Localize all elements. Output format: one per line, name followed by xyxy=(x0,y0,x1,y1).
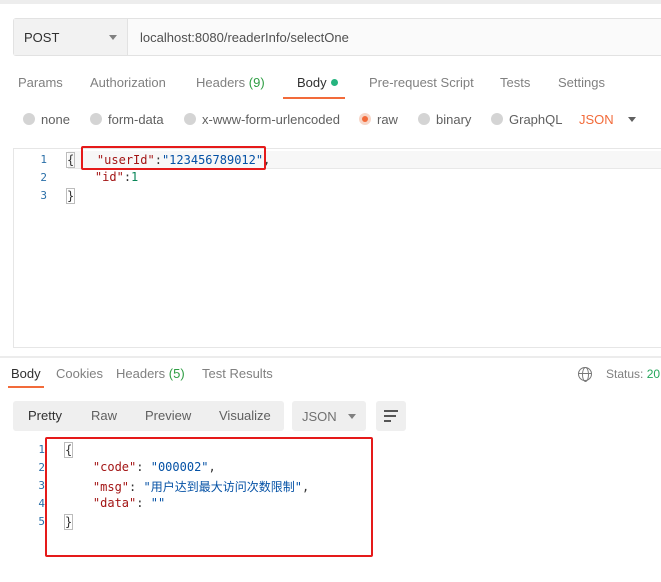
radio-circle-icon xyxy=(418,113,430,125)
radio-form-data[interactable]: form-data xyxy=(90,108,164,130)
pane-divider[interactable] xyxy=(0,356,661,358)
tab-headers-count: (9) xyxy=(248,75,265,90)
code-line-3: } xyxy=(66,188,76,204)
globe-icon[interactable] xyxy=(578,367,592,382)
body-type-options: none form-data x-www-form-urlencoded raw… xyxy=(0,108,661,130)
annotation-box-response xyxy=(45,437,373,557)
view-raw-button[interactable]: Raw xyxy=(91,401,117,431)
view-preview-button[interactable]: Preview xyxy=(145,401,191,431)
tab-body[interactable]: Body xyxy=(297,66,338,100)
radio-graphql[interactable]: GraphQL xyxy=(491,108,562,130)
modified-dot-icon xyxy=(330,79,338,86)
line-number: 2 xyxy=(38,461,45,474)
wrap-lines-button[interactable] xyxy=(376,401,406,431)
radio-raw-label: raw xyxy=(377,111,398,127)
radio-none-label: none xyxy=(41,111,70,127)
body-language-select[interactable]: JSON xyxy=(579,108,636,130)
json-key-id: "id" xyxy=(94,170,124,184)
code-line-2: "id":1 xyxy=(66,170,138,184)
wrap-lines-icon xyxy=(384,415,396,417)
line-number: 3 xyxy=(40,189,47,202)
radio-selected-icon xyxy=(359,113,371,125)
line-number: 5 xyxy=(38,515,45,528)
radio-binary-label: binary xyxy=(436,111,472,127)
radio-none[interactable]: none xyxy=(23,108,70,130)
annotation-box-request xyxy=(81,146,266,170)
radio-circle-icon xyxy=(491,113,503,125)
radio-binary[interactable]: binary xyxy=(418,108,471,130)
request-url-bar: POST localhost:8080/readerInfo/selectOne xyxy=(13,18,661,56)
wrap-lines-icon xyxy=(384,410,398,412)
response-view-modes: Pretty Raw Preview Visualize xyxy=(13,401,284,431)
tab-response-headers-label: Headers xyxy=(116,366,166,381)
method-label: POST xyxy=(24,29,60,45)
status-label: Status: xyxy=(606,367,644,381)
response-format-label: JSON xyxy=(302,408,337,424)
response-format-select[interactable]: JSON xyxy=(292,401,366,431)
radio-urlencoded[interactable]: x-www-form-urlencoded xyxy=(184,108,340,130)
tab-settings[interactable]: Settings xyxy=(558,66,605,100)
status-value: 20 xyxy=(646,367,661,381)
line-number: 1 xyxy=(40,153,47,166)
close-brace: } xyxy=(66,188,76,204)
tab-params[interactable]: Params xyxy=(18,66,63,100)
tab-cookies[interactable]: Cookies xyxy=(56,362,103,386)
tab-response-headers[interactable]: Headers (5) xyxy=(116,362,185,386)
method-select[interactable]: POST xyxy=(14,19,128,55)
line-number: 3 xyxy=(38,479,45,492)
tab-response-headers-count: (5) xyxy=(168,366,185,381)
radio-form-data-label: form-data xyxy=(108,111,164,127)
radio-circle-icon xyxy=(184,113,196,125)
active-tab-underline xyxy=(283,97,345,99)
request-body-editor[interactable]: 1 2 3 { "userId":"123456789012", "id":1 … xyxy=(13,148,661,348)
tab-prerequest-script[interactable]: Pre-request Script xyxy=(369,66,474,100)
response-tabs: Body Cookies Headers (5) Test Results xyxy=(0,362,661,388)
active-tab-underline xyxy=(8,386,44,388)
line-number: 2 xyxy=(40,171,47,184)
chevron-down-icon xyxy=(627,116,636,122)
line-number: 1 xyxy=(38,443,45,456)
line-number: 4 xyxy=(38,497,45,510)
chevron-down-icon xyxy=(109,34,117,40)
open-brace: { xyxy=(66,152,76,168)
radio-urlencoded-label: x-www-form-urlencoded xyxy=(202,111,340,127)
tab-test-results[interactable]: Test Results xyxy=(202,362,273,386)
tab-response-body[interactable]: Body xyxy=(11,362,41,386)
url-input[interactable]: localhost:8080/readerInfo/selectOne xyxy=(128,19,661,55)
wrap-lines-icon xyxy=(384,420,391,422)
tab-tests[interactable]: Tests xyxy=(500,66,530,100)
json-value-id: 1 xyxy=(131,170,139,184)
radio-circle-icon xyxy=(90,113,102,125)
request-tabs: Params Authorization Headers (9) Body Pr… xyxy=(0,66,661,100)
radio-raw[interactable]: raw xyxy=(359,108,398,130)
chevron-down-icon xyxy=(348,413,356,419)
window-top-edge xyxy=(0,0,661,4)
response-status: Status: 20 xyxy=(606,362,660,386)
radio-graphql-label: GraphQL xyxy=(509,111,563,127)
view-pretty-button[interactable]: Pretty xyxy=(28,401,62,431)
radio-circle-icon xyxy=(23,113,35,125)
tab-headers[interactable]: Headers (9) xyxy=(196,66,265,100)
body-language-label: JSON xyxy=(579,111,614,127)
colon: : xyxy=(123,170,132,184)
tab-headers-label: Headers xyxy=(196,75,246,90)
tab-body-label: Body xyxy=(297,75,327,90)
tab-authorization[interactable]: Authorization xyxy=(90,66,166,100)
view-visualize-button[interactable]: Visualize xyxy=(219,401,271,431)
